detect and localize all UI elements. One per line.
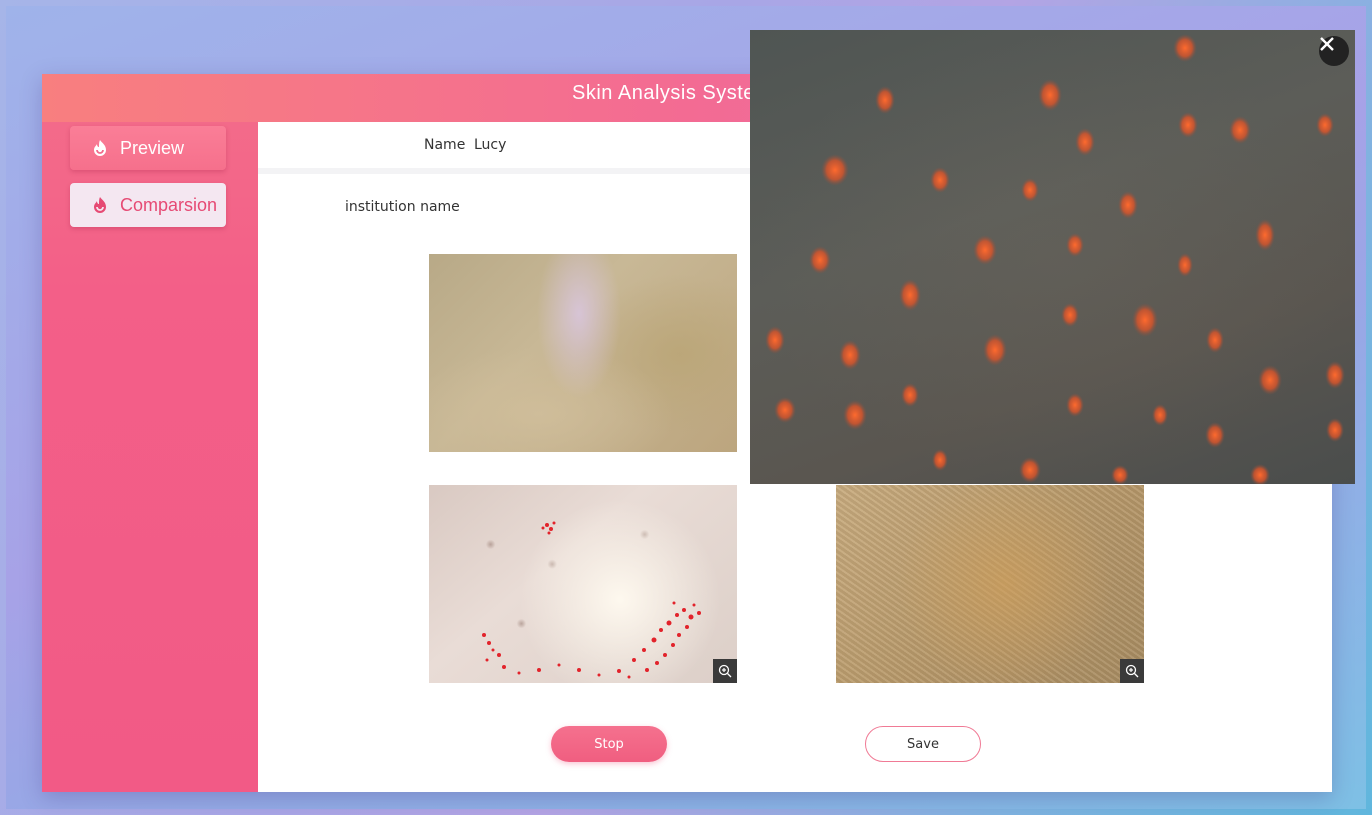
zoom-in-icon[interactable] bbox=[713, 659, 737, 683]
enlarged-skin-image bbox=[750, 30, 1355, 484]
institution-name: institution name bbox=[345, 199, 460, 215]
flame-icon bbox=[90, 195, 110, 215]
stop-button[interactable]: Stop bbox=[551, 726, 667, 762]
skin-photo-top-left[interactable] bbox=[429, 254, 737, 452]
name-value: Lucy bbox=[474, 137, 507, 153]
skin-photo-bottom-right[interactable] bbox=[836, 485, 1144, 683]
save-button[interactable]: Save bbox=[865, 726, 981, 762]
name-label: Name bbox=[424, 137, 466, 153]
red-analysis-markers bbox=[482, 521, 701, 679]
sidebar-item-comparsion[interactable]: Comparsion bbox=[70, 183, 226, 227]
sidebar-item-label: Comparsion bbox=[120, 194, 218, 215]
skin-photo-bottom-left[interactable] bbox=[429, 485, 737, 683]
close-icon[interactable] bbox=[1319, 36, 1349, 66]
sidebar-item-label: Preview bbox=[120, 137, 185, 158]
flame-icon bbox=[90, 138, 110, 158]
pore-spots bbox=[765, 34, 1345, 484]
app-title: Skin Analysis System bbox=[572, 82, 773, 104]
zoom-in-icon[interactable] bbox=[1120, 659, 1144, 683]
sidebar-item-preview[interactable]: Preview bbox=[70, 126, 226, 170]
